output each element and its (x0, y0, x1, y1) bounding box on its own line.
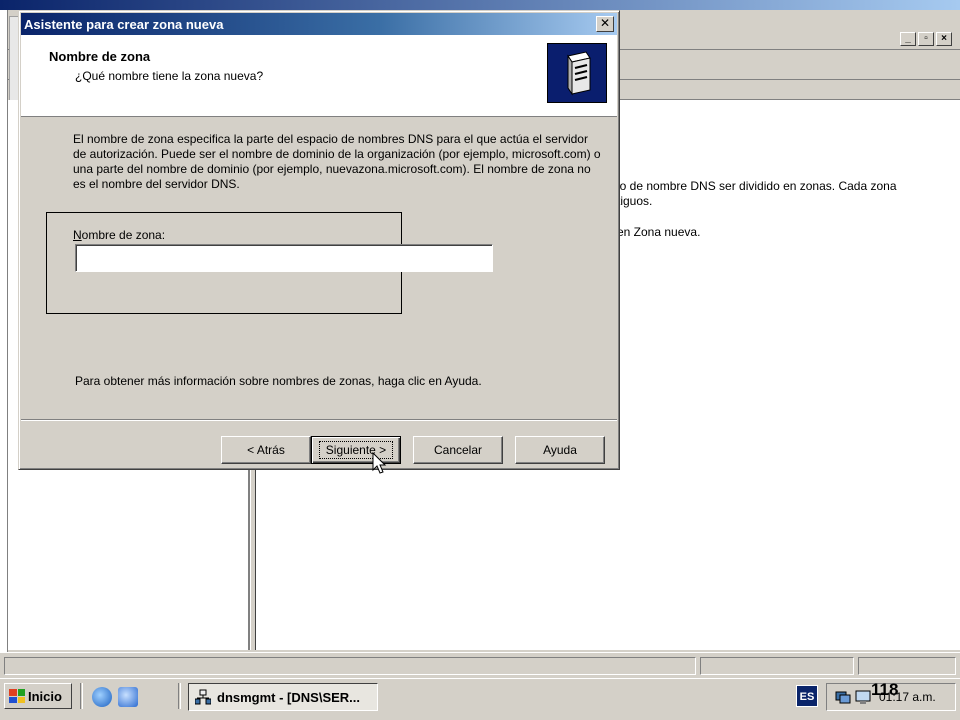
dns-console-icon (195, 689, 211, 705)
mouse-pointer-icon (372, 452, 387, 474)
close-window-button[interactable]: × (936, 32, 952, 46)
wizard-step-title: Nombre de zona (49, 49, 151, 64)
taskbar-separator (80, 683, 83, 709)
task-label: dnsmgmt - [DNS\SER... (217, 689, 361, 705)
zone-name-label: Nombre de zona: (73, 228, 165, 242)
mmc-titlebar (0, 0, 960, 10)
details-header (618, 82, 960, 100)
wizard-header: Nombre de zona ¿Qué nombre tiene la zona… (21, 35, 617, 117)
cancel-button-label: Cancelar (433, 443, 483, 457)
network-icon[interactable] (835, 689, 851, 705)
taskbar-item-dnsmgmt[interactable]: dnsmgmt - [DNS\SER... (188, 683, 378, 711)
close-button[interactable]: ✕ (596, 16, 614, 32)
wizard-step-subtitle: ¿Qué nombre tiene la zona nueva? (75, 69, 264, 83)
dns-server-icon (547, 43, 607, 103)
left-strip (0, 10, 8, 678)
outlook-express-icon[interactable] (118, 687, 138, 707)
status-cell-main (4, 657, 696, 675)
start-label: Inicio (28, 688, 62, 704)
details-line-2: tiguos. (617, 194, 653, 208)
wizard-button-bar: < Atrás Siguiente > Cancelar Ayuda (21, 419, 617, 469)
start-button[interactable]: Inicio (4, 683, 72, 709)
help-info-text: Para obtener más información sobre nombr… (75, 374, 482, 388)
back-button[interactable]: < Atrás (221, 436, 311, 464)
cancel-button[interactable]: Cancelar (413, 436, 503, 464)
windows-logo-icon (9, 689, 25, 703)
help-button-label: Ayuda (543, 443, 577, 457)
minimize-button[interactable]: _ (900, 32, 916, 46)
status-cell-3 (858, 657, 956, 675)
slide-page-number: 118 (871, 680, 899, 699)
zone-description: El nombre de zona especifica la parte de… (73, 132, 601, 191)
dialog-title: Asistente para crear zona nueva (24, 16, 224, 32)
zone-name-input[interactable] (75, 244, 493, 272)
new-zone-wizard-dialog: Asistente para crear zona nueva ✕ Nombre… (18, 10, 620, 470)
zone-label-text: ombre de zona: (81, 228, 166, 242)
restore-button[interactable]: ▫ (918, 32, 934, 46)
dialog-titlebar[interactable]: Asistente para crear zona nueva ✕ (21, 13, 617, 35)
taskbar-separator (178, 683, 181, 709)
zone-label-accesskey: N (73, 228, 82, 242)
details-text: io de nombre DNS ser dividido en zonas. … (617, 179, 957, 256)
taskbar: Inicio dnsmgmt - [DNS\SER... ES 01:17 a.… (0, 678, 960, 720)
language-indicator[interactable]: ES (796, 685, 818, 707)
status-cell-2 (700, 657, 854, 675)
back-button-label: < Atrás (247, 443, 285, 457)
status-bar (0, 652, 960, 678)
monitor-icon[interactable] (855, 689, 871, 705)
details-line-3: en Zona nueva. (617, 225, 701, 239)
mdi-window-controls: _ ▫ × (900, 32, 952, 46)
internet-explorer-icon[interactable] (92, 687, 112, 707)
wizard-body: El nombre de zona especifica la parte de… (21, 118, 617, 418)
help-button[interactable]: Ayuda (515, 436, 605, 464)
details-line-1: io de nombre DNS ser dividido en zonas. … (617, 179, 897, 193)
